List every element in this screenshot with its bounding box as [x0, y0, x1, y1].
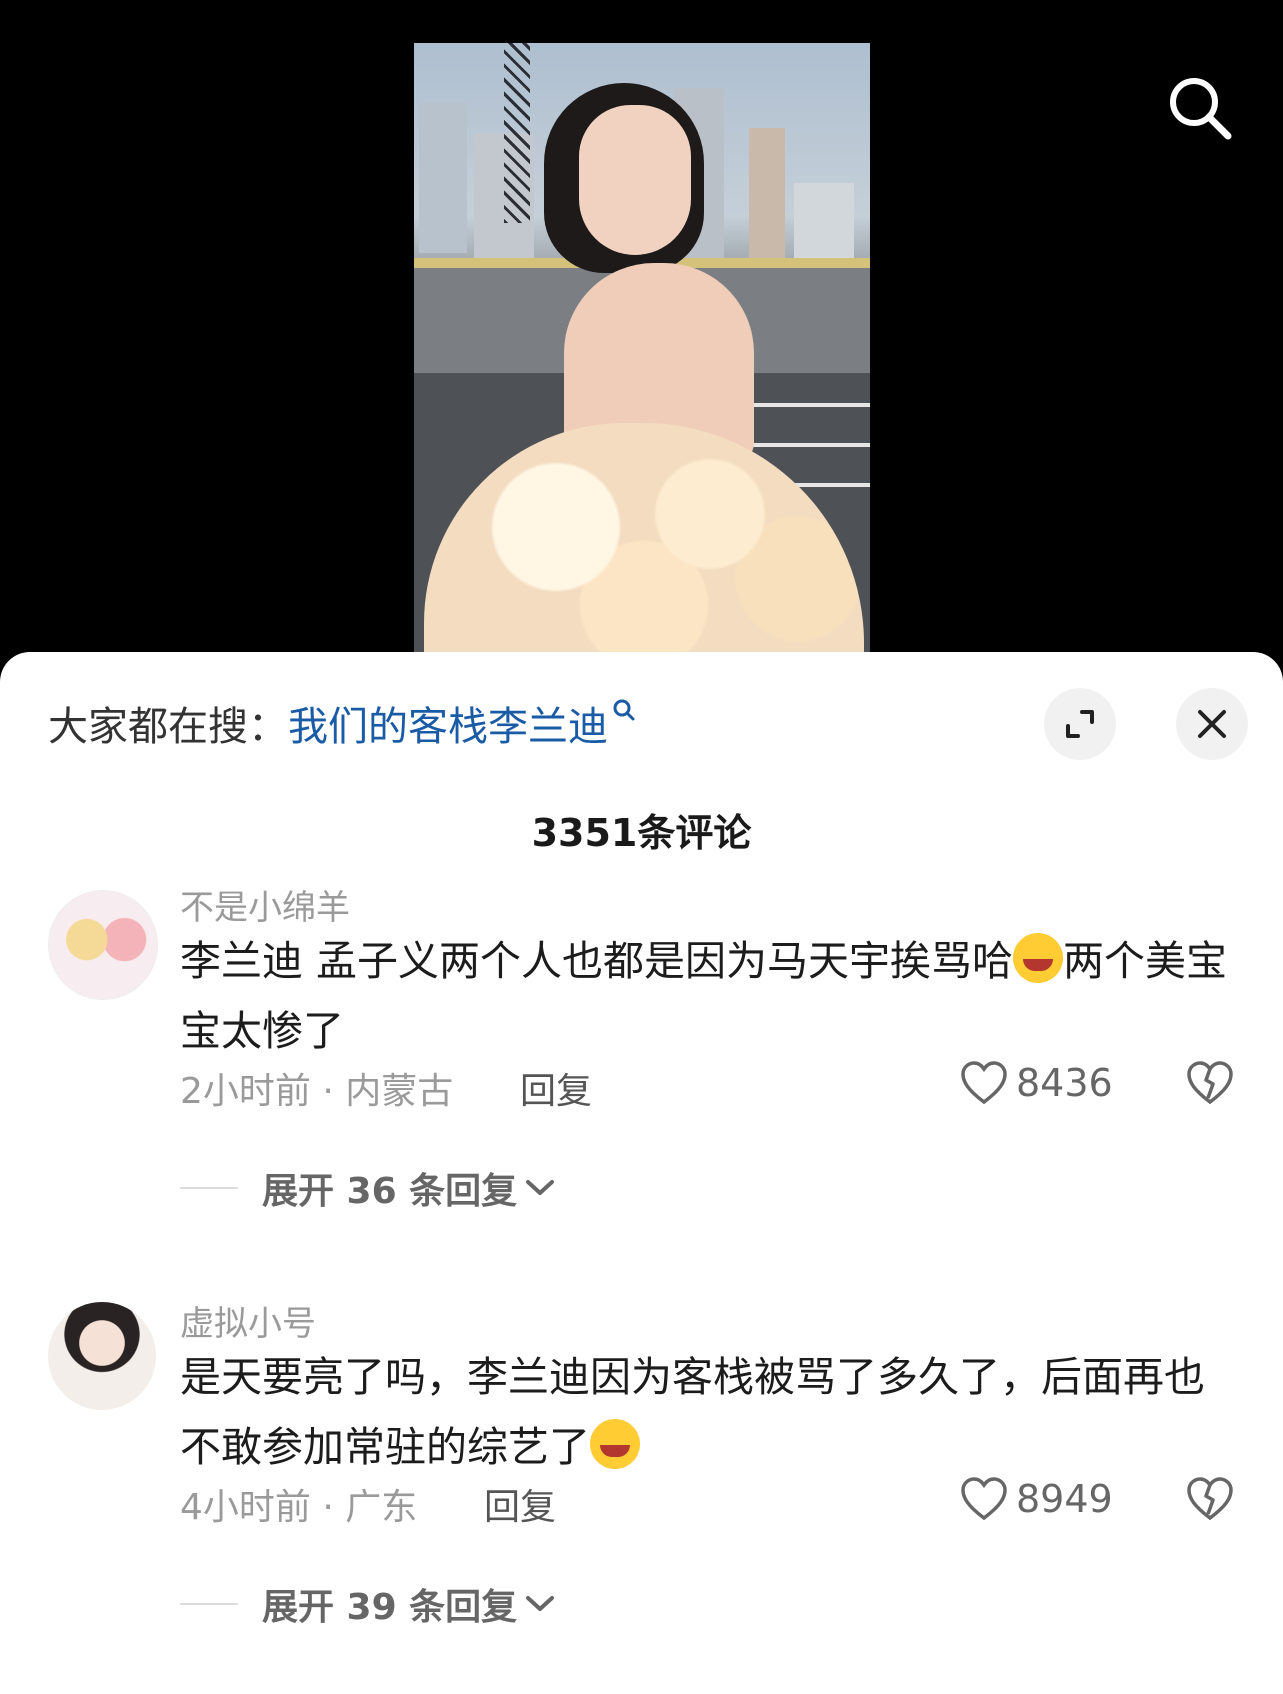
heart-icon — [961, 1061, 1007, 1105]
dislike-button[interactable] — [1186, 1476, 1234, 1526]
comment-username[interactable]: 不是小绵羊 — [180, 880, 350, 929]
background-building — [749, 128, 785, 258]
divider — [180, 1603, 238, 1605]
divider — [180, 1187, 238, 1189]
avatar[interactable] — [48, 1302, 156, 1410]
search-icon — [1170, 78, 1232, 140]
trending-prefix: 大家都在搜： — [48, 704, 288, 750]
dislike-button[interactable] — [1186, 1060, 1234, 1110]
expand-replies-label: 展开 39 条回复 — [262, 1587, 518, 1628]
trending-query: 我们的客栈李兰迪 — [288, 704, 608, 750]
lane-marking — [750, 443, 870, 447]
broken-heart-icon — [1187, 1477, 1233, 1521]
comment-count-title: 3351条评论 — [531, 811, 752, 855]
search-icon — [613, 699, 635, 721]
video-player[interactable] — [0, 0, 1283, 660]
expand-replies-label: 展开 36 条回复 — [262, 1171, 518, 1212]
background-building — [794, 183, 854, 258]
broken-heart-icon — [1187, 1061, 1233, 1105]
heart-icon — [961, 1477, 1007, 1521]
close-icon — [1198, 710, 1226, 738]
expand-replies[interactable]: 展开 36 条回复 — [180, 1162, 557, 1214]
expand-replies[interactable]: 展开 39 条回复 — [180, 1578, 557, 1630]
comment-sheet: 大家都在搜：我们的客栈李兰迪 3351条评论 不是小绵羊 李兰迪 孟子义两个人也… — [0, 652, 1283, 1694]
like-button[interactable]: 8436 — [960, 1060, 1113, 1106]
comment-text-part: 是天要亮了吗，李兰迪因为客栈被骂了多久了，后面再也不敢参加常驻的综艺了 — [180, 1353, 1205, 1471]
avatar[interactable] — [48, 890, 158, 1000]
comment-username[interactable]: 虚拟小号 — [180, 1296, 316, 1345]
chevron-down-icon — [526, 1180, 555, 1195]
trending-query-link[interactable]: 我们的客栈李兰迪 — [288, 699, 636, 750]
comment-meta: 2小时前 · 内蒙古 — [180, 1071, 454, 1112]
chevron-down-icon — [526, 1596, 555, 1611]
like-button[interactable]: 8949 — [960, 1476, 1113, 1522]
close-button[interactable] — [1176, 688, 1248, 760]
crane — [504, 43, 530, 223]
person-face — [579, 105, 691, 255]
expand-button[interactable] — [1044, 688, 1116, 760]
laughing-crying-emoji — [590, 1419, 640, 1469]
trending-search: 大家都在搜：我们的客栈李兰迪 — [48, 694, 636, 752]
comment-text-part: 李兰迪 孟子义两个人也都是因为马天宇挨骂哈 — [180, 937, 1014, 985]
reply-button[interactable]: 回复 — [484, 1478, 556, 1530]
video-frame[interactable] — [414, 43, 870, 660]
comment-text: 是天要亮了吗，李兰迪因为客栈被骂了多久了，后面再也不敢参加常驻的综艺了 — [180, 1342, 1240, 1482]
comment-text: 李兰迪 孟子义两个人也都是因为马天宇挨骂哈 两个美宝宝太惨了 — [180, 926, 1240, 1066]
like-count: 8949 — [1016, 1477, 1113, 1521]
background-building — [419, 103, 467, 253]
expand-icon — [1066, 710, 1094, 738]
laughing-crying-emoji — [1013, 933, 1064, 983]
like-count: 8436 — [1016, 1061, 1113, 1105]
reply-button[interactable]: 回复 — [520, 1062, 592, 1114]
search-button[interactable] — [1164, 72, 1236, 144]
comment-meta: 4小时前 · 广东 — [180, 1487, 418, 1528]
